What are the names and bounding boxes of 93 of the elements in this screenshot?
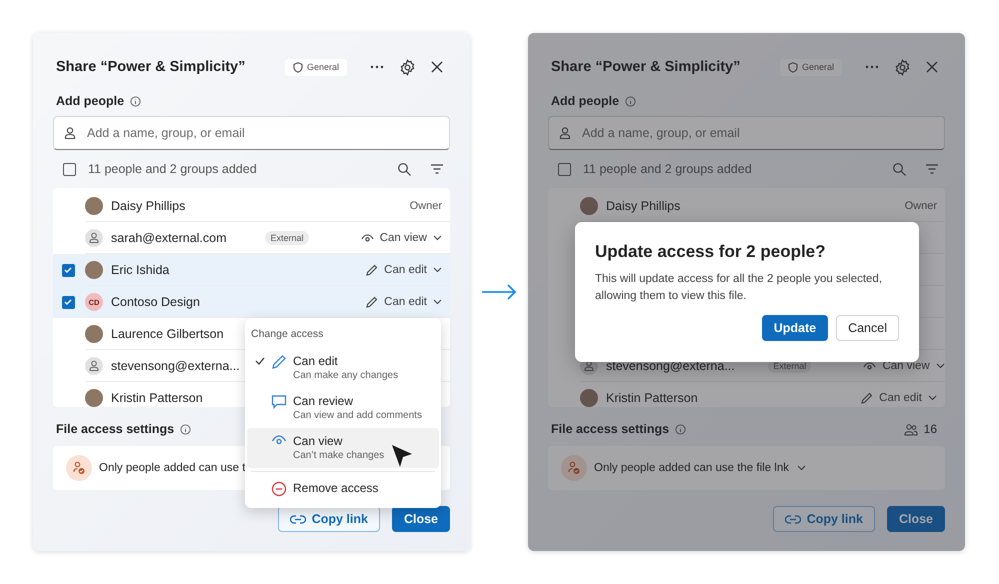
- person-name: Eric Ishida: [111, 263, 170, 277]
- filter-icon[interactable]: [925, 163, 939, 175]
- avatar: [580, 197, 598, 215]
- add-people-label: Add people: [551, 94, 620, 108]
- people-icon: [904, 422, 918, 436]
- panel-title: Share “Power & Simplicity”: [551, 59, 742, 75]
- sensitivity-badge[interactable]: General: [284, 58, 347, 76]
- info-icon[interactable]: [180, 424, 192, 434]
- person-name: Daisy Phillips: [111, 199, 186, 213]
- chevron-down-icon: [433, 299, 442, 305]
- info-icon[interactable]: [675, 424, 686, 434]
- add-people-field[interactable]: Add a name, group, or email: [53, 116, 450, 150]
- person-name: stevensong@externa...: [606, 359, 735, 373]
- info-icon[interactable]: [625, 96, 636, 106]
- eye-icon: [863, 361, 876, 371]
- search-icon[interactable]: [892, 162, 907, 176]
- shield-icon: [292, 62, 303, 72]
- menu-title: Change access: [250, 327, 324, 342]
- info-icon[interactable]: [130, 96, 142, 106]
- comment-icon: [271, 394, 287, 410]
- close-button[interactable]: Close: [392, 506, 450, 532]
- close-icon[interactable]: [925, 60, 939, 74]
- update-button[interactable]: Update: [762, 315, 828, 341]
- select-all-checkbox[interactable]: [558, 162, 571, 176]
- eye-icon: [271, 434, 287, 446]
- people-count-label: 11 people and 2 groups added: [88, 162, 258, 176]
- owner-label: Owner: [410, 200, 442, 212]
- close-icon[interactable]: [430, 60, 444, 74]
- person-name: Contoso Design: [111, 295, 200, 309]
- pencil-icon: [365, 296, 378, 308]
- chevron-down-icon: [928, 395, 937, 401]
- generic-avatar-icon: [85, 357, 103, 375]
- filter-icon[interactable]: [430, 163, 444, 175]
- access-option[interactable]: Can review Can view and add comments: [247, 388, 439, 428]
- people-count: 16: [924, 422, 937, 436]
- eye-icon: [360, 233, 374, 243]
- shield-icon: [788, 62, 798, 72]
- pencil-icon: [271, 354, 287, 370]
- panel-title: Share “Power & Simplicity”: [56, 59, 246, 75]
- dialog-message: This will update access for all the 2 people you selected, allowing them to view this file.: [595, 272, 884, 304]
- person-name: Kristin Patterson: [606, 391, 698, 405]
- person-name: Daisy Phillips: [606, 199, 680, 213]
- search-icon[interactable]: [397, 162, 412, 176]
- minus-circle-icon: [271, 481, 287, 497]
- chevron-down-icon: [797, 465, 806, 471]
- pencil-icon: [860, 392, 874, 404]
- permission-dropdown[interactable]: Can edit: [365, 296, 442, 308]
- avatar: [85, 261, 103, 279]
- add-people-field[interactable]: Add a name, group, or email: [548, 116, 945, 150]
- dialog-title: Update access for 2 people?: [595, 242, 827, 262]
- avatar: [85, 325, 103, 343]
- checkmark-icon: [63, 297, 73, 307]
- settings-icon[interactable]: [399, 58, 416, 76]
- file-access-label: File access settings: [551, 422, 670, 436]
- add-people-label: Add people: [56, 94, 124, 108]
- link-icon: [290, 514, 306, 524]
- chevron-down-icon: [936, 363, 945, 369]
- permission-dropdown[interactable]: Can edit: [365, 264, 442, 276]
- access-option[interactable]: Can edit Can make any changes: [247, 348, 439, 388]
- person-check-icon: [66, 455, 92, 481]
- avatar: [85, 389, 103, 407]
- owner-label: Owner: [904, 200, 937, 212]
- link-icon: [784, 514, 801, 524]
- person-name: Laurence Gilbertson: [111, 327, 224, 341]
- avatar: [85, 197, 103, 215]
- row-checkbox[interactable]: [62, 296, 74, 308]
- person-check-icon: [561, 455, 587, 481]
- access-option[interactable]: Can view Can’t make changes: [247, 428, 439, 468]
- cancel-button[interactable]: Cancel: [836, 315, 899, 341]
- external-tag: External: [265, 231, 309, 245]
- settings-icon[interactable]: [894, 58, 911, 76]
- mouse-cursor-icon: [391, 444, 413, 468]
- permission-dropdown[interactable]: Can edit: [860, 392, 937, 404]
- select-all-checkbox[interactable]: [63, 162, 76, 176]
- checkmark-icon: [63, 265, 73, 275]
- chevron-down-icon: [433, 235, 442, 241]
- copy-link-button[interactable]: Copy link: [278, 506, 380, 532]
- person-name: Kristin Patterson: [111, 391, 203, 405]
- generic-avatar-icon: [85, 229, 103, 247]
- checkmark-icon: [255, 357, 265, 365]
- avatar: [580, 389, 598, 407]
- sensitivity-badge[interactable]: General: [780, 58, 842, 76]
- pencil-icon: [365, 264, 378, 276]
- remove-access-option[interactable]: Remove access: [247, 475, 439, 502]
- person-name: stevensong@externa...: [111, 359, 240, 373]
- row-checkbox[interactable]: [62, 264, 74, 276]
- file-access-label: File access settings: [56, 422, 174, 436]
- chevron-down-icon: [433, 267, 442, 273]
- people-count-label: 11 people and 2 groups added: [583, 162, 753, 176]
- link-setting-dropdown[interactable]: Only people added can use the file lnk: [594, 462, 806, 474]
- permission-dropdown[interactable]: Can view: [360, 232, 442, 244]
- right-arrow-icon: [481, 284, 517, 300]
- person-name: sarah@external.com: [111, 231, 227, 245]
